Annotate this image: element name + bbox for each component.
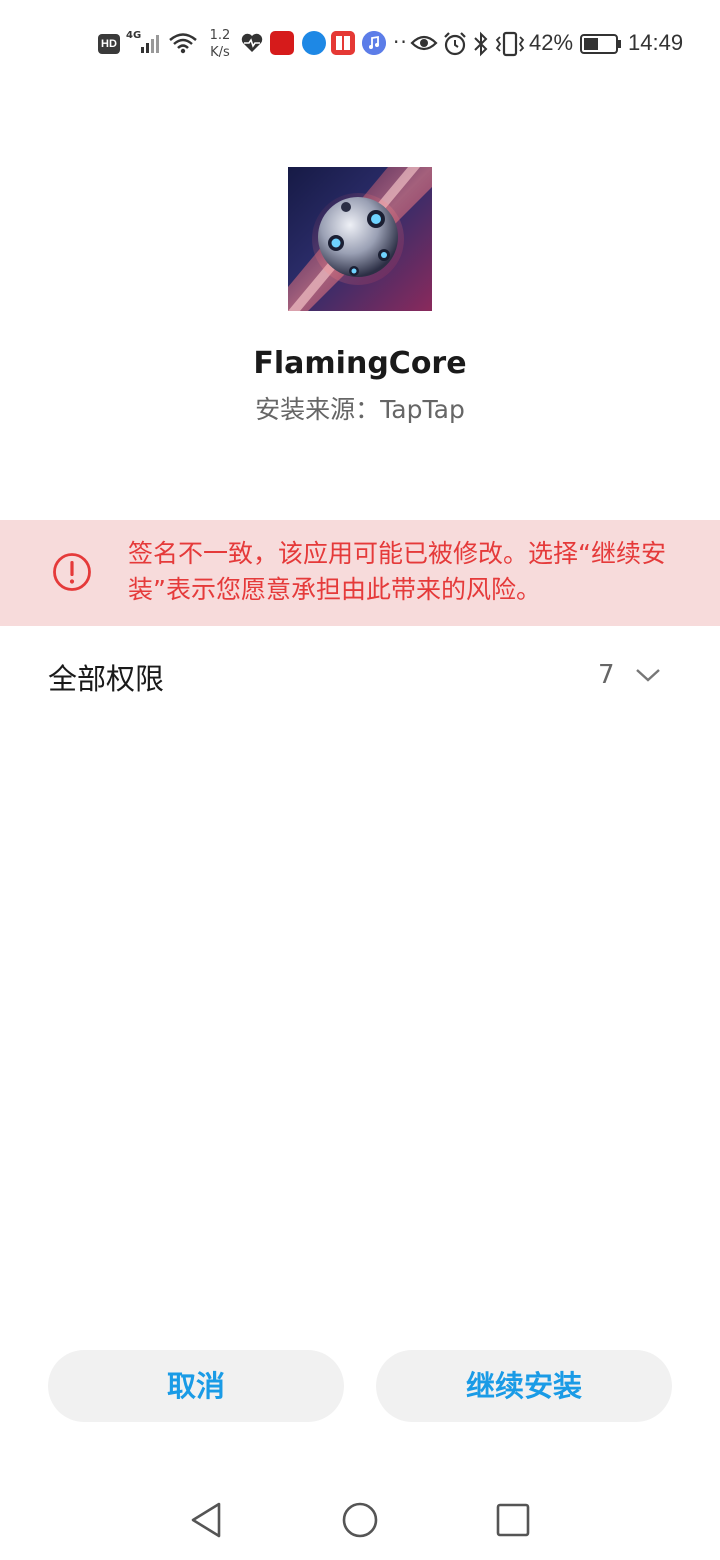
signature-warning-banner: 签名不一致，该应用可能已被修改。选择“继续安装”表示您愿意承担由此带来的风险。	[0, 520, 720, 626]
continue-install-button[interactable]: 继续安装	[376, 1350, 672, 1422]
bluetooth-icon	[474, 31, 488, 57]
eye-icon	[410, 35, 438, 51]
network-type: 4G	[126, 30, 142, 41]
install-source: 安装来源：TapTap	[255, 395, 465, 424]
app-notification-icon-red	[270, 31, 294, 55]
flamingcore-app-icon	[288, 167, 432, 311]
app-icon-art	[288, 167, 432, 311]
status-bar: HD 4G 1.2 K/s ·· 42% 14:49	[0, 0, 720, 88]
heart-rate-icon	[241, 33, 263, 52]
network-speed: 1.2 K/s	[204, 27, 236, 61]
alarm-icon	[444, 32, 466, 56]
warning-message: 签名不一致，该应用可能已被修改。选择“继续安装”表示您愿意承担由此带来的风险。	[128, 539, 666, 604]
speed-unit: K/s	[210, 45, 230, 60]
chevron-down-icon[interactable]	[634, 666, 662, 684]
battery-percentage: 42%	[529, 30, 574, 55]
speed-value: 1.2	[209, 28, 231, 43]
music-app-icon	[362, 31, 386, 55]
wifi-icon	[169, 33, 197, 54]
recents-square-icon[interactable]	[494, 1500, 532, 1540]
cancel-button[interactable]: 取消	[48, 1350, 344, 1422]
app-name: FlamingCore	[253, 346, 467, 381]
hd-icon: HD	[98, 34, 120, 54]
signal-icon	[141, 35, 159, 53]
alert-circle-icon	[53, 553, 91, 591]
vibrate-icon	[495, 31, 525, 57]
battery-icon	[580, 34, 621, 54]
more-notifications-dots: ··	[393, 30, 408, 54]
home-circle-icon[interactable]	[340, 1500, 380, 1540]
back-triangle-icon[interactable]	[188, 1500, 224, 1540]
permissions-label: 全部权限	[48, 662, 165, 696]
book-app-icon	[331, 31, 355, 55]
all-permissions-row[interactable]: 全部权限 7	[0, 640, 720, 712]
app-notification-icon-blue	[302, 31, 326, 55]
permissions-count: 7	[598, 660, 615, 690]
clock: 14:49	[628, 30, 684, 55]
